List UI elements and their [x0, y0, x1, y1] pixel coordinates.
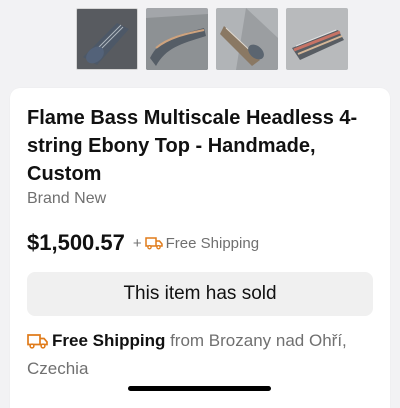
truck-icon: [144, 236, 163, 250]
photo-thumbnail-4[interactable]: [286, 8, 348, 70]
shipping-detail-title: Free Shipping: [52, 331, 166, 350]
photo-thumbnail-1[interactable]: [76, 8, 138, 70]
plus-sign: +: [132, 234, 142, 252]
item-condition: Brand New: [27, 190, 107, 207]
listing-card: Flame Bass Multiscale Headless 4-string …: [10, 88, 390, 408]
shipping-detail: Free Shipping from Brozany nad Ohří, Cze…: [27, 328, 357, 381]
price-row: $1,500.57 + Free Shipping: [27, 228, 259, 258]
shipping-summary-label: Free Shipping: [165, 234, 260, 252]
shipping-summary: + Free Shipping: [133, 235, 259, 252]
item-price: $1,500.57: [27, 230, 125, 255]
photo-thumbnail-strip: [0, 0, 400, 86]
listing-title: Flame Bass Multiscale Headless 4-string …: [27, 107, 358, 185]
photo-thumbnail-2[interactable]: [146, 8, 208, 70]
truck-icon: [27, 331, 48, 356]
home-indicator[interactable]: [128, 386, 271, 391]
sold-status-banner: This item has sold: [27, 272, 373, 316]
photo-thumbnail-3[interactable]: [216, 8, 278, 70]
